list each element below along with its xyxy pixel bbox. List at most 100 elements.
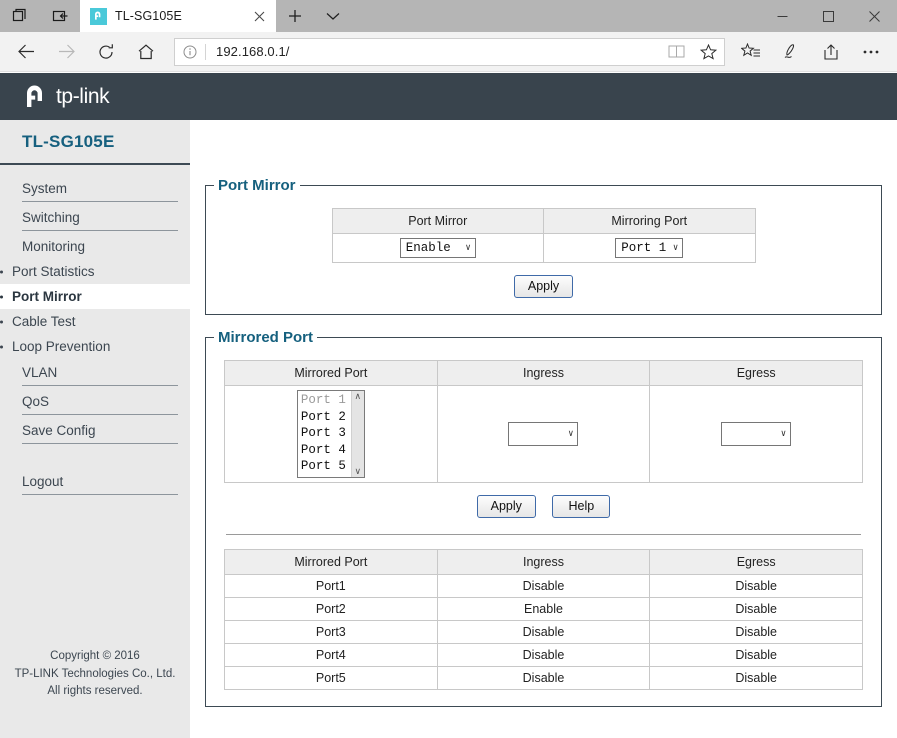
mirrored-port-listbox[interactable]: Port 1 Port 2 Port 3 Port 4 Port 5 ∧ ∨ [296, 390, 365, 478]
sidebar-item-system[interactable]: System [22, 175, 178, 202]
sidebar: System Switching Monitoring Port Statist… [0, 165, 190, 738]
main-content: Port Mirror Port Mirror Mirroring Port E… [190, 165, 897, 738]
copyright-line-2: TP-LINK Technologies Co., Ltd. [14, 667, 176, 680]
tab-list-dropdown[interactable] [314, 0, 352, 32]
sidebar-item-label: Loop Prevention [12, 339, 111, 354]
listbox-option-port-5[interactable]: Port 5 [301, 458, 351, 475]
port-mirror-select[interactable]: Enable ∨ [399, 238, 476, 258]
close-icon [868, 10, 880, 22]
reading-view-button[interactable] [660, 44, 692, 59]
address-bar[interactable]: 192.168.0.1/ [174, 37, 725, 66]
column-header-port-mirror: Port Mirror [331, 208, 544, 234]
share-button[interactable] [811, 35, 851, 69]
cell-port: Port3 [224, 620, 438, 644]
address-input[interactable]: 192.168.0.1/ [206, 44, 660, 59]
cell-ingress: Disable [436, 620, 651, 644]
reading-view-icon [668, 45, 684, 58]
table-row: Port4 Disable Disable [224, 643, 863, 667]
mirrored-port-panel: Mirrored Port Mirrored Port Ingress Egre… [205, 329, 882, 707]
egress-select[interactable]: ∨ [721, 422, 792, 446]
sidebar-item-qos[interactable]: QoS [22, 388, 178, 415]
sidebar-item-label: Port Mirror [12, 289, 82, 304]
ingress-select[interactable]: ∨ [508, 422, 579, 446]
mirrored-port-button-row: Apply Help [224, 483, 863, 518]
listbox-option-port-4[interactable]: Port 4 [301, 442, 351, 459]
minimize-button[interactable] [759, 0, 805, 32]
add-favorite-button[interactable] [692, 43, 724, 60]
copyright-notice: Copyright © 2016 TP-LINK Technologies Co… [0, 648, 190, 700]
port-mirror-apply-button[interactable]: Apply [513, 275, 574, 298]
scroll-down-icon[interactable]: ∨ [355, 467, 362, 476]
chevron-down-icon: ∨ [465, 242, 471, 253]
listbox-scrollbar[interactable]: ∧ ∨ [350, 391, 364, 477]
home-icon [138, 43, 154, 59]
sidebar-item-save-config[interactable]: Save Config [22, 417, 178, 444]
set-aside-icon [52, 10, 67, 22]
tab-preview-button[interactable] [0, 0, 40, 32]
sidebar-item-label: VLAN [22, 365, 58, 380]
listbox-option-port-3[interactable]: Port 3 [301, 425, 351, 442]
home-button[interactable] [126, 35, 166, 69]
set-aside-tabs-button[interactable] [40, 0, 80, 32]
chevron-down-icon [326, 12, 340, 20]
cell-ingress: Enable [436, 597, 651, 621]
minimize-icon [777, 15, 787, 17]
web-page: tp-link TL-SG105E System Switching Monit… [0, 73, 897, 738]
settings-more-button[interactable] [851, 35, 891, 69]
listbox-option-port-2[interactable]: Port 2 [301, 409, 351, 426]
copyright-line-3: All rights reserved. [47, 684, 143, 697]
port-mirror-button-row: Apply [224, 263, 863, 298]
mirroring-port-select[interactable]: Port 1 ∨ [615, 238, 684, 258]
browser-tab[interactable]: TL-SG105E [80, 0, 276, 32]
table-row: Port2 Enable Disable [224, 597, 863, 621]
forward-button[interactable] [46, 35, 86, 69]
sidebar-item-vlan[interactable]: VLAN [22, 359, 178, 386]
column-header-mirroring-port: Mirroring Port [543, 208, 756, 234]
window-close-button[interactable] [851, 0, 897, 32]
mirrored-port-help-button[interactable]: Help [552, 495, 611, 518]
back-arrow-icon [17, 44, 34, 59]
bullet-icon [0, 295, 3, 298]
port-mirror-legend: Port Mirror [218, 177, 296, 194]
tplink-favicon [90, 7, 107, 25]
sidebar-item-cable-test[interactable]: Cable Test [0, 309, 190, 334]
sidebar-item-label: QoS [22, 394, 50, 409]
site-info-icon[interactable] [175, 45, 205, 59]
cell-ingress: Disable [436, 666, 651, 690]
cell-egress: Disable [649, 643, 863, 667]
window-controls [759, 0, 897, 32]
refresh-button[interactable] [86, 35, 126, 69]
cell-egress: Disable [649, 666, 863, 690]
copyright-line-1: Copyright © 2016 [50, 650, 140, 663]
back-button[interactable] [6, 35, 46, 69]
sidebar-item-port-statistics[interactable]: Port Statistics [0, 259, 190, 284]
sidebar-item-label: Cable Test [12, 314, 76, 329]
web-note-button[interactable] [771, 35, 811, 69]
listbox-option-port-1[interactable]: Port 1 [301, 392, 351, 409]
brand-name: tp-link [56, 84, 110, 108]
port-mirror-panel-body: Port Mirror Mirroring Port Enable ∨ Port… [206, 194, 881, 314]
hub-button[interactable] [731, 35, 771, 69]
brand-header: tp-link [0, 73, 897, 120]
maximize-button[interactable] [805, 0, 851, 32]
cell-ingress-select: ∨ [436, 385, 651, 483]
sidebar-item-logout[interactable]: Logout [22, 468, 178, 495]
cell-mirroring-port-select: Port 1 ∨ [543, 233, 756, 263]
new-tab-button[interactable] [276, 0, 314, 32]
sidebar-item-port-mirror[interactable]: Port Mirror [0, 284, 190, 309]
scroll-up-icon[interactable]: ∧ [355, 392, 362, 401]
plus-icon [289, 10, 301, 22]
bullet-icon [0, 320, 3, 323]
tab-close-button[interactable] [248, 5, 270, 27]
mirrored-port-apply-button[interactable]: Apply [476, 495, 536, 518]
cell-port: Port2 [224, 597, 438, 621]
sidebar-item-switching[interactable]: Switching [22, 204, 178, 231]
maximize-icon [822, 10, 834, 22]
ellipsis-icon [863, 50, 879, 53]
cell-port: Port1 [224, 574, 438, 598]
sidebar-item-monitoring[interactable]: Monitoring [22, 233, 178, 259]
sidebar-item-label: Logout [22, 474, 64, 489]
column-header-mirrored-port: Mirrored Port [224, 549, 438, 575]
column-header-mirrored-port: Mirrored Port [224, 360, 438, 386]
sidebar-item-loop-prevention[interactable]: Loop Prevention [0, 334, 190, 359]
